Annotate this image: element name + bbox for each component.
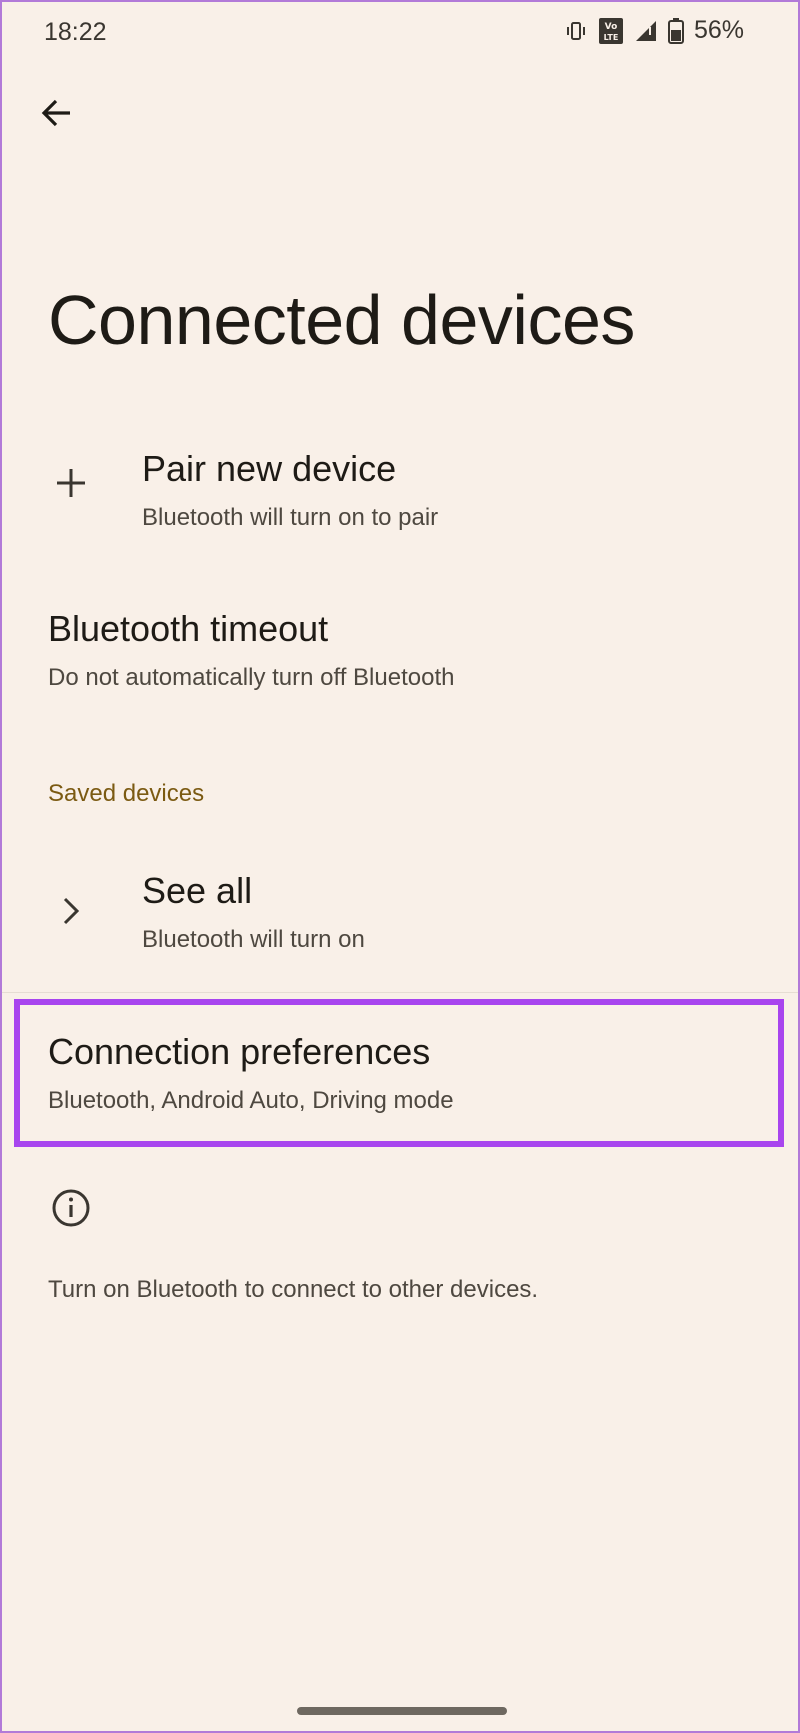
- battery-percent: 56%: [693, 16, 744, 44]
- status-time: 18:22: [44, 18, 107, 46]
- svg-text:LTE: LTE: [604, 33, 619, 42]
- bluetooth-timeout-item[interactable]: Bluetooth timeout Do not automatically t…: [2, 594, 798, 714]
- status-bar: 18:22 Vo LTE 56%: [2, 2, 798, 66]
- see-all-item[interactable]: See all Bluetooth will turn on: [2, 854, 798, 979]
- vibrate-icon: [564, 19, 588, 43]
- battery-icon: [667, 17, 684, 44]
- pair-new-device-title: Pair new device: [142, 448, 397, 489]
- bluetooth-timeout-title: Bluetooth timeout: [48, 608, 329, 649]
- pair-new-device-subtitle: Bluetooth will turn on to pair: [142, 504, 439, 531]
- divider: [2, 992, 798, 993]
- status-icons: Vo LTE 56%: [564, 16, 744, 45]
- pair-new-device-item[interactable]: Pair new device Bluetooth will turn on t…: [2, 432, 798, 552]
- bluetooth-timeout-subtitle: Do not automatically turn off Bluetooth: [48, 664, 455, 691]
- back-button[interactable]: [32, 90, 82, 140]
- home-indicator[interactable]: [297, 1707, 507, 1715]
- page-title: Connected devices: [48, 281, 635, 359]
- info-text: Turn on Bluetooth to connect to other de…: [48, 1276, 539, 1303]
- chevron-right-icon: [48, 888, 94, 934]
- see-all-title: See all: [142, 870, 253, 911]
- plus-icon: [48, 460, 94, 506]
- highlight-box: [14, 999, 784, 1147]
- saved-devices-header: Saved devices: [48, 780, 205, 807]
- arrow-left-icon: [40, 96, 74, 135]
- svg-text:Vo: Vo: [605, 22, 618, 32]
- see-all-subtitle: Bluetooth will turn on: [142, 926, 365, 953]
- signal-icon: [634, 19, 658, 43]
- info-icon: [48, 1185, 94, 1231]
- volte-icon: Vo LTE: [598, 17, 624, 45]
